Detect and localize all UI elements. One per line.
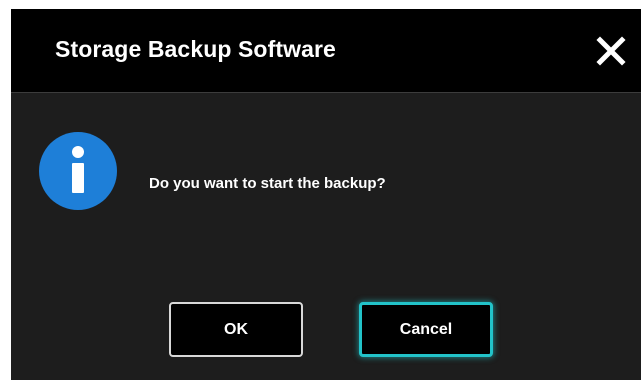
close-button[interactable] — [591, 31, 631, 71]
info-icon — [39, 132, 117, 210]
dialog-title: Storage Backup Software — [55, 36, 336, 62]
dialog-message: Do you want to start the backup? — [149, 175, 386, 192]
close-icon — [596, 36, 626, 66]
ok-button[interactable]: OK — [169, 302, 303, 357]
dialog-titlebar: Storage Backup Software — [11, 9, 641, 93]
cancel-button[interactable]: Cancel — [359, 302, 493, 357]
backup-dialog: Storage Backup Software Do you want to s… — [11, 9, 641, 380]
